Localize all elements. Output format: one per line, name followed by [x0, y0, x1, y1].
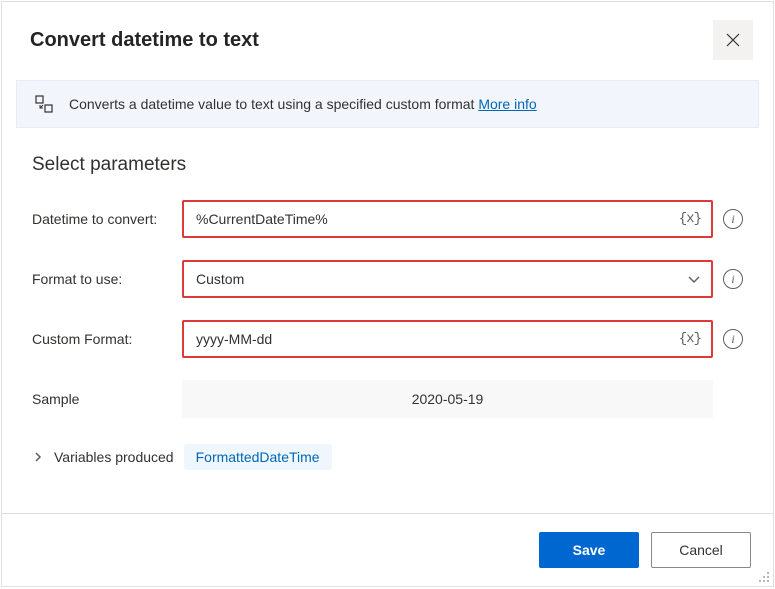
- dialog-header: Convert datetime to text: [2, 2, 773, 72]
- chevron-down-icon: [687, 272, 701, 286]
- save-button[interactable]: Save: [539, 532, 639, 568]
- info-banner: Converts a datetime value to text using …: [16, 80, 759, 128]
- close-icon: [726, 33, 740, 47]
- input-custom-format-value: yyyy-MM-dd: [196, 331, 679, 347]
- more-info-link[interactable]: More info: [478, 96, 536, 112]
- variable-badge[interactable]: FormattedDateTime: [184, 444, 332, 470]
- variable-picker-icon[interactable]: {x}: [679, 211, 701, 227]
- sample-output: 2020-05-19: [182, 380, 713, 418]
- convert-action-icon: [35, 95, 53, 113]
- info-icon-datetime[interactable]: i: [723, 209, 743, 229]
- variables-produced-label: Variables produced: [54, 449, 174, 465]
- select-format-value: Custom: [196, 271, 687, 287]
- sample-value: 2020-05-19: [412, 391, 484, 407]
- input-datetime-to-convert[interactable]: %CurrentDateTime% {x}: [182, 200, 713, 238]
- dialog-title: Convert datetime to text: [30, 29, 259, 52]
- resize-grip-icon[interactable]: [756, 569, 770, 583]
- label-format: Format to use:: [32, 271, 182, 287]
- row-custom-format: Custom Format: yyyy-MM-dd {x} i: [32, 320, 743, 358]
- label-sample: Sample: [32, 391, 182, 407]
- dialog-footer: Save Cancel: [2, 513, 773, 586]
- info-icon-format[interactable]: i: [723, 269, 743, 289]
- label-custom-format: Custom Format:: [32, 331, 182, 347]
- section-title: Select parameters: [32, 154, 743, 176]
- chevron-right-icon: [32, 451, 44, 463]
- select-format-to-use[interactable]: Custom: [182, 260, 713, 298]
- variable-picker-icon[interactable]: {x}: [679, 331, 701, 347]
- info-banner-text: Converts a datetime value to text using …: [69, 96, 537, 112]
- cancel-button[interactable]: Cancel: [651, 532, 751, 568]
- dialog-content: Select parameters Datetime to convert: %…: [2, 128, 773, 513]
- close-button[interactable]: [713, 20, 753, 60]
- row-sample: Sample 2020-05-19: [32, 380, 743, 418]
- row-format: Format to use: Custom i: [32, 260, 743, 298]
- dialog-convert-datetime: Convert datetime to text Converts a date…: [1, 1, 774, 587]
- variables-produced-row[interactable]: Variables produced FormattedDateTime: [32, 444, 743, 470]
- input-datetime-value: %CurrentDateTime%: [196, 211, 679, 227]
- info-icon-custom-format[interactable]: i: [723, 329, 743, 349]
- banner-description: Converts a datetime value to text using …: [69, 96, 478, 112]
- label-datetime: Datetime to convert:: [32, 211, 182, 227]
- row-datetime: Datetime to convert: %CurrentDateTime% {…: [32, 200, 743, 238]
- input-custom-format[interactable]: yyyy-MM-dd {x}: [182, 320, 713, 358]
